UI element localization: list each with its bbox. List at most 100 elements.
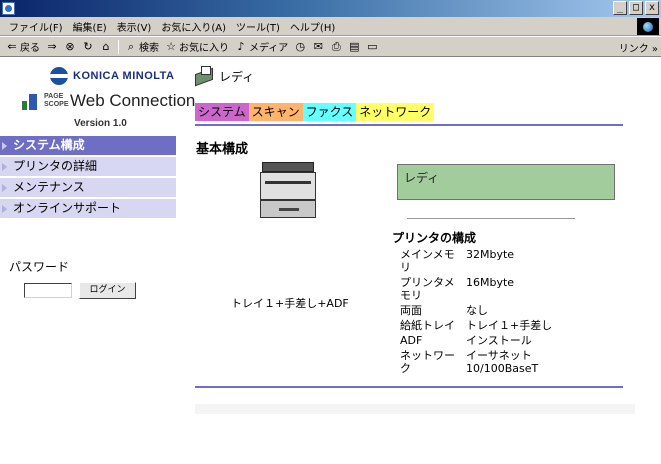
- search-label: 検索: [139, 43, 159, 54]
- discuss-icon: ▭: [367, 39, 378, 53]
- divider: [407, 218, 575, 219]
- tab-bar: システム スキャン ファクス ネットワーク: [195, 103, 435, 121]
- printer-config-title: プリンタの構成: [392, 231, 477, 245]
- printer-image: [260, 162, 316, 220]
- maximize-button[interactable]: □: [629, 1, 643, 15]
- back-button[interactable]: ⇐ 戻る: [3, 39, 43, 54]
- status-display-box: レディ: [397, 164, 615, 200]
- refresh-icon: ↻: [83, 39, 93, 53]
- pagescope-logo: PAGE SCOPE Web Connection: [20, 91, 195, 111]
- forward-button[interactable]: ⇒: [43, 39, 61, 53]
- side-navigation: システム構成 プリンタの詳細 メンテナンス オンラインサポート: [0, 136, 176, 220]
- printer-status-text: レディ: [219, 70, 255, 84]
- edit-icon: ▤: [349, 39, 360, 53]
- spec-value: 32Mbyte: [466, 248, 515, 261]
- printer-status-icon: [194, 66, 214, 84]
- menu-favorites[interactable]: お気に入り(A): [156, 19, 231, 34]
- discuss-button[interactable]: ▭: [363, 39, 381, 53]
- sidebar-item-label: オンラインサポート: [13, 201, 122, 215]
- browser-icon: [2, 2, 15, 15]
- mail-button[interactable]: ✉: [309, 39, 327, 53]
- product-title: Web Connection: [70, 91, 196, 110]
- menu-file[interactable]: ファイル(F): [4, 19, 68, 34]
- sidebar-item-system-config[interactable]: システム構成: [0, 136, 176, 155]
- stop-icon: ⊗: [65, 39, 75, 53]
- spec-value: 16Mbyte: [466, 276, 515, 289]
- sidebar-item-maintenance[interactable]: メンテナンス: [0, 178, 176, 197]
- password-input[interactable]: [24, 283, 72, 298]
- media-button[interactable]: ♪ メディア: [232, 39, 291, 54]
- tab-network[interactable]: ネットワーク: [356, 103, 435, 121]
- tab-system[interactable]: システム: [195, 103, 249, 121]
- print-button[interactable]: ⎙: [327, 39, 345, 53]
- table-row: ネットワーク イーサネット 10/100BaseT: [400, 348, 600, 376]
- toolbar: ⇐ 戻る ⇒ ⊗ ↻ ⌂ ⌕ 検索 ☆ お気に入り ♪ メディア ◷ ✉ ⎙ ▤…: [0, 37, 661, 57]
- favorites-label: お気に入り: [179, 43, 229, 54]
- media-icon: ♪: [237, 39, 245, 53]
- back-arrow-icon: ⇐: [7, 39, 17, 53]
- refresh-button[interactable]: ↻: [79, 39, 97, 53]
- tray-config-label: トレイ１+手差し+ADF: [231, 297, 349, 310]
- spec-key: ADF: [400, 334, 423, 347]
- close-button[interactable]: x: [645, 1, 659, 15]
- login-button[interactable]: ログイン: [79, 282, 136, 299]
- spec-value: なし: [466, 304, 488, 317]
- pagescope-brand: PAGE SCOPE: [44, 93, 69, 108]
- mail-icon: ✉: [313, 39, 323, 53]
- spec-value: インストール: [466, 334, 532, 347]
- printer-spec-table: メインメモリ 32Mbyte プリンタメモリ 16Mbyte 両面 なし 給紙ト…: [400, 247, 600, 376]
- spec-key: ネットワーク: [400, 349, 455, 375]
- search-button[interactable]: ⌕ 検索: [122, 39, 162, 54]
- nav-arrow-icon: [2, 184, 7, 192]
- table-row: ADF インストール: [400, 333, 600, 348]
- password-label: パスワード: [9, 260, 70, 274]
- sidebar-item-printer-details[interactable]: プリンタの詳細: [0, 157, 176, 176]
- tab-fax[interactable]: ファクス: [302, 103, 357, 121]
- konica-minolta-globe-icon: [50, 67, 68, 85]
- spec-key: メインメモリ: [400, 248, 455, 274]
- pagescope-icon: [20, 91, 40, 111]
- nav-arrow-icon: [2, 142, 7, 150]
- spec-key: プリンタメモリ: [400, 276, 455, 302]
- spec-value: トレイ１+手差し: [466, 319, 553, 332]
- tab-scan[interactable]: スキャン: [248, 103, 303, 121]
- sidebar-item-label: メンテナンス: [13, 180, 85, 194]
- ie-throbber-icon: [637, 18, 659, 35]
- links-toolbar[interactable]: リンク »: [619, 40, 658, 55]
- konica-minolta-logo: KONICA MINOLTA: [50, 67, 175, 85]
- sidebar-item-online-support[interactable]: オンラインサポート: [0, 199, 176, 218]
- spec-value: イーサネット 10/100BaseT: [466, 349, 539, 375]
- history-icon: ◷: [295, 39, 306, 53]
- nav-arrow-icon: [2, 205, 7, 213]
- menu-edit[interactable]: 編集(E): [68, 19, 112, 34]
- toolbar-separator: [118, 39, 119, 54]
- media-label: メディア: [249, 43, 289, 54]
- menu-tools[interactable]: ツール(T): [231, 19, 285, 34]
- konica-minolta-wordmark: KONICA MINOLTA: [73, 70, 175, 82]
- back-label: 戻る: [20, 43, 40, 54]
- window-controls: _ □ x: [613, 1, 659, 15]
- table-row: 給紙トレイ トレイ１+手差し: [400, 318, 600, 333]
- minimize-button[interactable]: _: [613, 1, 627, 15]
- home-button[interactable]: ⌂: [97, 39, 115, 53]
- content-bottom-rule: [195, 386, 623, 388]
- version-label: Version 1.0: [74, 118, 127, 129]
- menu-help[interactable]: ヘルプ(H): [285, 19, 340, 34]
- footer-band: [195, 404, 635, 414]
- stop-button[interactable]: ⊗: [61, 39, 79, 53]
- menu-view[interactable]: 表示(V): [112, 19, 157, 34]
- table-row: 両面 なし: [400, 303, 600, 318]
- sidebar-item-label: システム構成: [13, 138, 85, 152]
- print-icon: ⎙: [331, 39, 341, 53]
- favorites-button[interactable]: ☆ お気に入り: [162, 39, 232, 54]
- forward-arrow-icon: ⇒: [47, 39, 57, 53]
- edit-button[interactable]: ▤: [345, 39, 363, 53]
- history-button[interactable]: ◷: [291, 39, 309, 53]
- table-row: プリンタメモリ 16Mbyte: [400, 275, 600, 303]
- section-title: 基本構成: [196, 142, 249, 157]
- window-title-bar: _ □ x: [0, 0, 661, 17]
- menu-bar: ファイル(F) 編集(E) 表示(V) お気に入り(A) ツール(T) ヘルプ(…: [0, 17, 661, 36]
- favorites-icon: ☆: [166, 39, 176, 53]
- nav-arrow-icon: [2, 163, 7, 171]
- home-icon: ⌂: [102, 39, 110, 53]
